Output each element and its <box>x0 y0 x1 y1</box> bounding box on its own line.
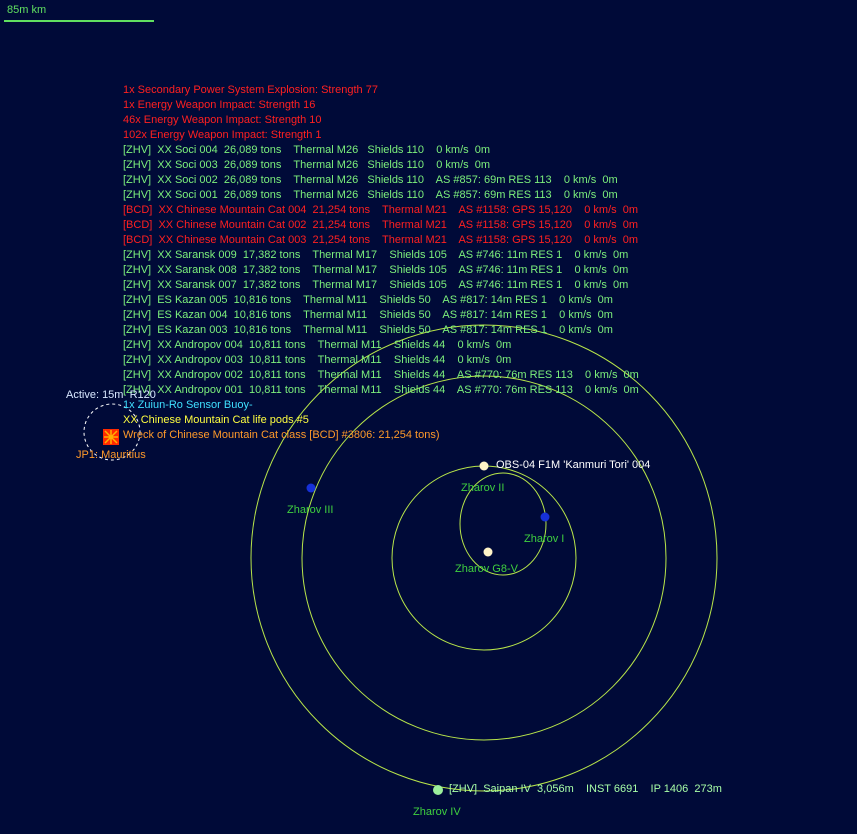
label-zharov-i: Zharov I <box>524 533 565 545</box>
contact-line[interactable]: [ZHV] XX Andropov 003 10,811 tons Therma… <box>123 353 511 368</box>
contact-line[interactable]: [ZHV] XX Soci 004 26,089 tons Thermal M2… <box>123 143 490 158</box>
contact-line[interactable]: [ZHV] XX Saransk 009 17,382 tons Thermal… <box>123 248 628 263</box>
planet-zharov-ii[interactable] <box>479 461 489 471</box>
planet-zharov-iii[interactable] <box>306 483 316 493</box>
saipan-label[interactable]: [ZHV] Saipan IV 3,056m INST 6691 IP 1406… <box>449 782 722 797</box>
active-sensor-label: Active: 15m R120 <box>66 389 156 401</box>
jump-point-label[interactable]: JP1: Mauritius <box>76 448 146 463</box>
label-zharov-iii: Zharov III <box>287 504 334 516</box>
wreck-label[interactable]: Wreck of Chinese Mountain Cat class [BCD… <box>123 428 440 443</box>
event-line: 1x Energy Weapon Impact: Strength 16 <box>123 99 316 111</box>
event-line: 46x Energy Weapon Impact: Strength 10 <box>123 114 322 126</box>
contact-line[interactable]: [BCD] XX Chinese Mountain Cat 002 21,254… <box>123 218 638 233</box>
label-star: Zharov G8-V <box>455 563 518 575</box>
contact-line[interactable]: [BCD] XX Chinese Mountain Cat 003 21,254… <box>123 233 638 248</box>
wreck-icon[interactable] <box>103 429 119 445</box>
contact-line[interactable]: [ZHV] XX Soci 003 26,089 tons Thermal M2… <box>123 158 490 173</box>
contact-line[interactable]: [ZHV] XX Saransk 008 17,382 tons Thermal… <box>123 263 628 278</box>
contact-line[interactable]: [BCD] XX Chinese Mountain Cat 004 21,254… <box>123 203 638 218</box>
obs-ship-label[interactable]: OBS-04 F1M 'Kanmuri Tori' 004 <box>496 458 650 473</box>
label-zharov-ii: Zharov II <box>461 482 505 494</box>
contact-line[interactable]: [ZHV] ES Kazan 004 10,816 tons Thermal M… <box>123 308 613 323</box>
planet-zharov-i[interactable] <box>540 512 550 522</box>
contact-line[interactable]: [ZHV] XX Soci 001 26,089 tons Thermal M2… <box>123 188 618 203</box>
event-line: 102x Energy Weapon Impact: Strength 1 <box>123 129 322 141</box>
label-zharov-iv: Zharov IV <box>413 806 461 818</box>
contact-line[interactable]: [ZHV] XX Andropov 004 10,811 tons Therma… <box>123 338 511 353</box>
contact-line[interactable]: [ZHV] ES Kazan 005 10,816 tons Thermal M… <box>123 293 613 308</box>
contact-line[interactable]: [ZHV] XX Andropov 001 10,811 tons Therma… <box>123 383 639 398</box>
star-zharov[interactable] <box>483 547 493 557</box>
life-pods-label[interactable]: XX Chinese Mountain Cat life pods #5 <box>123 413 309 428</box>
contact-line[interactable]: [ZHV] XX Soci 002 26,089 tons Thermal M2… <box>123 173 618 188</box>
contact-line[interactable]: [ZHV] XX Saransk 007 17,382 tons Thermal… <box>123 278 628 293</box>
scale-label: 85m km <box>7 4 47 16</box>
contact-line[interactable]: [ZHV] XX Andropov 002 10,811 tons Therma… <box>123 368 639 383</box>
scale-bar <box>4 20 154 22</box>
planet-zharov-iv[interactable] <box>433 785 443 795</box>
event-line: 1x Secondary Power System Explosion: Str… <box>123 84 378 96</box>
contact-line[interactable]: [ZHV] ES Kazan 003 10,816 tons Thermal M… <box>123 323 613 338</box>
